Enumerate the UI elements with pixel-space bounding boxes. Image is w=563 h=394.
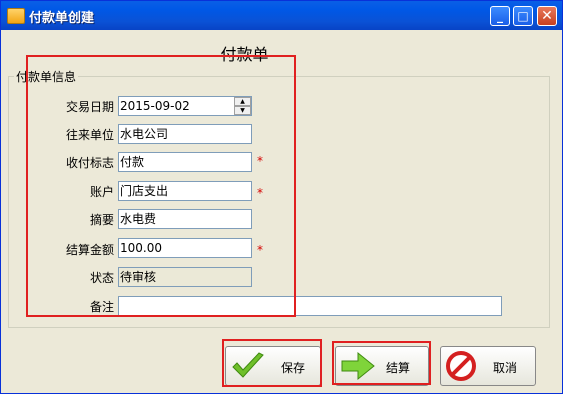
app-window: 付款单创建 _ □ ✕ 付款单 付款单信息 交易日期 2015-09-02 ▲ … (0, 0, 563, 394)
fields-highlight-box (26, 55, 296, 317)
cancel-button[interactable]: 取消 (440, 346, 536, 386)
settle-highlight-box (332, 341, 431, 385)
maximize-button[interactable]: □ (513, 6, 533, 26)
cancel-icon (446, 351, 476, 381)
title-bar[interactable]: 付款单创建 _ □ ✕ (1, 1, 562, 30)
close-button[interactable]: ✕ (537, 6, 557, 26)
window-title: 付款单创建 (29, 11, 95, 26)
minimize-button[interactable]: _ (490, 6, 510, 26)
app-icon (7, 8, 25, 24)
save-highlight-box (222, 339, 322, 387)
cancel-label: 取消 (493, 361, 518, 375)
